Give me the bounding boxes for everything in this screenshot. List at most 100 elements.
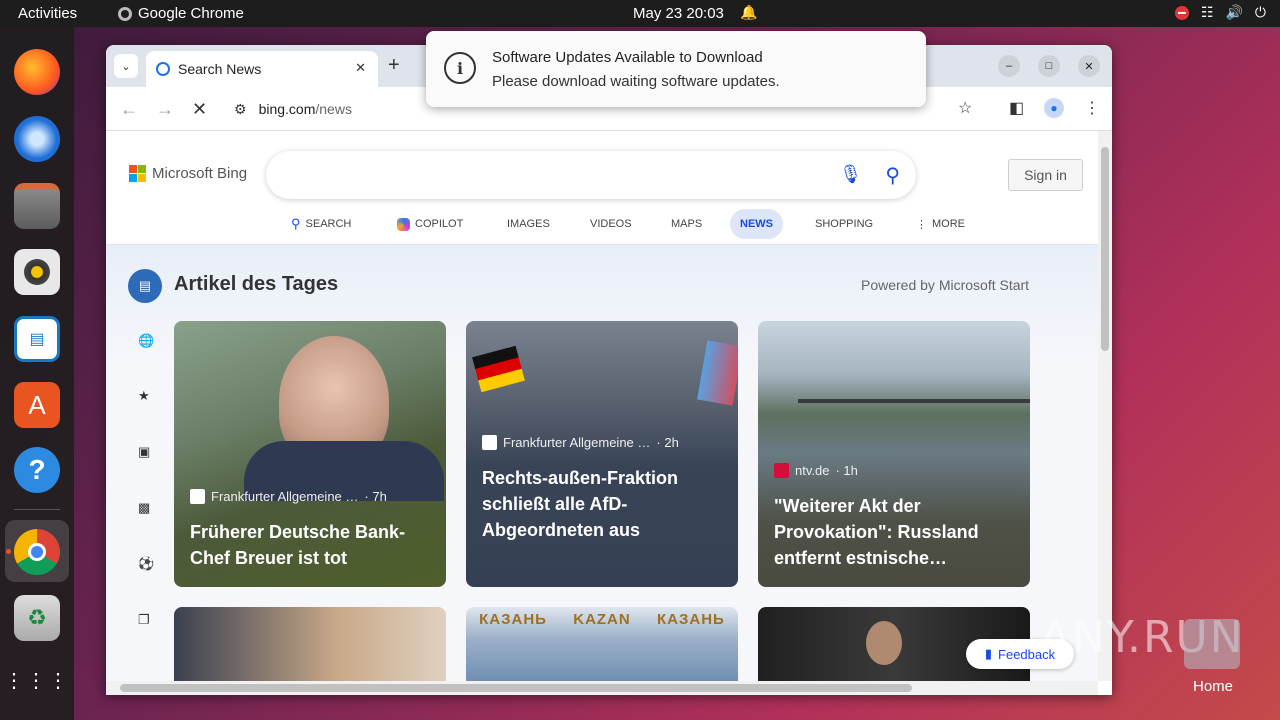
- dock-separator: [14, 509, 60, 510]
- tab-more[interactable]: ⋮ MORE: [916, 209, 965, 239]
- sports-icon[interactable]: ⚽: [138, 556, 154, 572]
- source-age: · 1h: [835, 463, 858, 478]
- news-section-icon: ▤: [128, 269, 162, 303]
- flag-image: [472, 345, 525, 393]
- search-input[interactable]: 🎙 ⚲: [266, 151, 916, 199]
- tab-search[interactable]: ⚲ SEARCH: [291, 209, 351, 239]
- sign-text: КАЗАНЬ: [657, 611, 725, 628]
- tab-images[interactable]: IMAGES: [507, 209, 550, 239]
- app-name: Google Chrome: [138, 5, 244, 22]
- trash-icon[interactable]: ♻: [14, 595, 60, 641]
- thunderbird-icon[interactable]: [14, 116, 60, 162]
- files-icon[interactable]: [14, 183, 60, 229]
- minimize-button[interactable]: –: [998, 55, 1020, 77]
- bookmark-star-icon[interactable]: ☆: [958, 98, 972, 118]
- clapperboard-icon[interactable]: ▩: [138, 500, 150, 516]
- globe-icon[interactable]: 🌐: [138, 333, 154, 349]
- site-info-icon[interactable]: ⚙: [234, 101, 247, 118]
- home-label[interactable]: Home: [1193, 678, 1233, 695]
- favicon-icon: [156, 62, 170, 76]
- faz-favicon-icon: [482, 435, 497, 450]
- star-icon[interactable]: ★: [138, 388, 150, 404]
- back-icon[interactable]: ←: [120, 99, 138, 120]
- bridge-image: [798, 399, 1030, 403]
- tab-label: VIDEOS: [590, 218, 632, 230]
- news-card[interactable]: Frankfurter Allgemeine … · 7h Früherer De…: [174, 321, 446, 587]
- horizontal-scrollbar[interactable]: [106, 681, 1098, 695]
- top-bar: Activities Google Chrome May 23 20:03 🔔 …: [0, 0, 1280, 27]
- pages-icon[interactable]: ❐: [138, 612, 150, 628]
- search-icon: ⚲: [291, 216, 301, 231]
- stop-loading-icon[interactable]: ✕: [192, 99, 207, 120]
- network-icon: ☷: [1200, 4, 1214, 20]
- bing-header: Microsoft Bing 🎙 ⚲ Sign in ⚲ SEARCH COPIL…: [106, 131, 1098, 245]
- app-grid-icon[interactable]: ⋮⋮⋮: [4, 657, 68, 703]
- news-card[interactable]: [174, 607, 446, 681]
- microphone-icon[interactable]: 🎙: [839, 164, 862, 185]
- source-age: · 2h: [656, 435, 679, 450]
- chrome-small-icon: [118, 6, 132, 21]
- info-icon: i: [444, 52, 476, 84]
- help-icon[interactable]: ?: [14, 447, 60, 493]
- sign-in-button[interactable]: Sign in: [1008, 159, 1083, 191]
- section-title: Artikel des Tages: [174, 273, 339, 295]
- tab-copilot[interactable]: COPILOT: [397, 209, 463, 239]
- card-headline: Rechts-außen-Fraktion schließt alle AfD-…: [482, 468, 679, 540]
- news-card[interactable]: КАЗАНЬ KAZAN КАЗАНЬ: [466, 607, 738, 681]
- powered-by[interactable]: Powered by Microsoft Start: [861, 277, 1029, 293]
- search-icon[interactable]: ⚲: [885, 163, 900, 188]
- new-tab-button[interactable]: +: [388, 54, 400, 77]
- news-content: ▤ Artikel des Tages Powered by Microsoft…: [106, 245, 1098, 681]
- news-card[interactable]: ntv.de · 1h "Weiterer Akt der Provokation…: [758, 321, 1030, 587]
- more-dots-icon: ⋮: [916, 218, 927, 231]
- tab-label: MORE: [932, 218, 965, 230]
- volume-icon: 🔊: [1225, 4, 1243, 20]
- tab-shopping[interactable]: SHOPPING: [815, 209, 873, 239]
- scroll-thumb[interactable]: [120, 684, 912, 692]
- bell-icon: 🔔: [740, 4, 758, 20]
- url-path: /news: [315, 101, 352, 117]
- activities-button[interactable]: Activities: [18, 5, 77, 22]
- do-not-disturb-icon: [1174, 5, 1189, 20]
- sign-text: KAZAN: [573, 611, 631, 628]
- clock[interactable]: May 23 20:03: [633, 5, 724, 22]
- system-tray[interactable]: ☷ 🔊 ⏻: [1174, 4, 1266, 21]
- tab-videos[interactable]: VIDEOS: [590, 209, 632, 239]
- card-source: Frankfurter Allgemeine … · 2h: [482, 435, 679, 450]
- app-center-icon[interactable]: A: [14, 382, 60, 428]
- home-folder-icon[interactable]: [1184, 619, 1240, 669]
- notification-popup[interactable]: i Software Updates Available to Download…: [426, 31, 926, 107]
- firefox-icon[interactable]: [14, 49, 60, 95]
- source-name: Frankfurter Allgemeine …: [503, 435, 651, 450]
- bing-logo[interactable]: Microsoft Bing: [129, 165, 247, 182]
- chevron-down-icon: ⌄: [121, 60, 131, 73]
- notification-body: Please download waiting software updates…: [492, 73, 780, 90]
- source-name: ntv.de: [795, 463, 830, 478]
- vertical-scrollbar[interactable]: [1098, 131, 1112, 681]
- person-image: [866, 621, 902, 665]
- scroll-thumb[interactable]: [1101, 147, 1109, 351]
- side-panel-icon[interactable]: ◧: [1009, 98, 1024, 118]
- writer-icon[interactable]: ▤: [14, 316, 60, 362]
- maximize-button[interactable]: □: [1038, 55, 1060, 77]
- menu-icon[interactable]: ⋮: [1084, 98, 1100, 118]
- logo-text: Microsoft Bing: [152, 165, 248, 182]
- profile-icon[interactable]: ●: [1044, 98, 1064, 118]
- power-icon: ⏻: [1254, 4, 1266, 20]
- dock: ▤ A ? ♻ ⋮⋮⋮: [0, 27, 74, 720]
- forward-icon[interactable]: →: [156, 99, 174, 120]
- briefcase-icon[interactable]: ▣: [138, 444, 150, 460]
- rhythmbox-icon[interactable]: [14, 249, 60, 295]
- tab-title: Search News: [178, 61, 262, 77]
- close-tab-icon[interactable]: ✕: [355, 60, 366, 76]
- tab-maps[interactable]: MAPS: [671, 209, 702, 239]
- tab-news[interactable]: NEWS: [730, 209, 783, 239]
- chat-icon: ▮: [984, 646, 993, 661]
- tab-search-news[interactable]: Search News ✕: [146, 51, 378, 87]
- close-window-button[interactable]: ✕: [1078, 55, 1100, 77]
- app-menu[interactable]: Google Chrome: [118, 5, 244, 22]
- tab-search-button[interactable]: ⌄: [114, 54, 138, 78]
- card-headline: "Weiterer Akt der Provokation": Russland…: [774, 496, 979, 568]
- chrome-icon[interactable]: [14, 529, 60, 575]
- news-card[interactable]: Frankfurter Allgemeine … · 2h Rechts-auße…: [466, 321, 738, 587]
